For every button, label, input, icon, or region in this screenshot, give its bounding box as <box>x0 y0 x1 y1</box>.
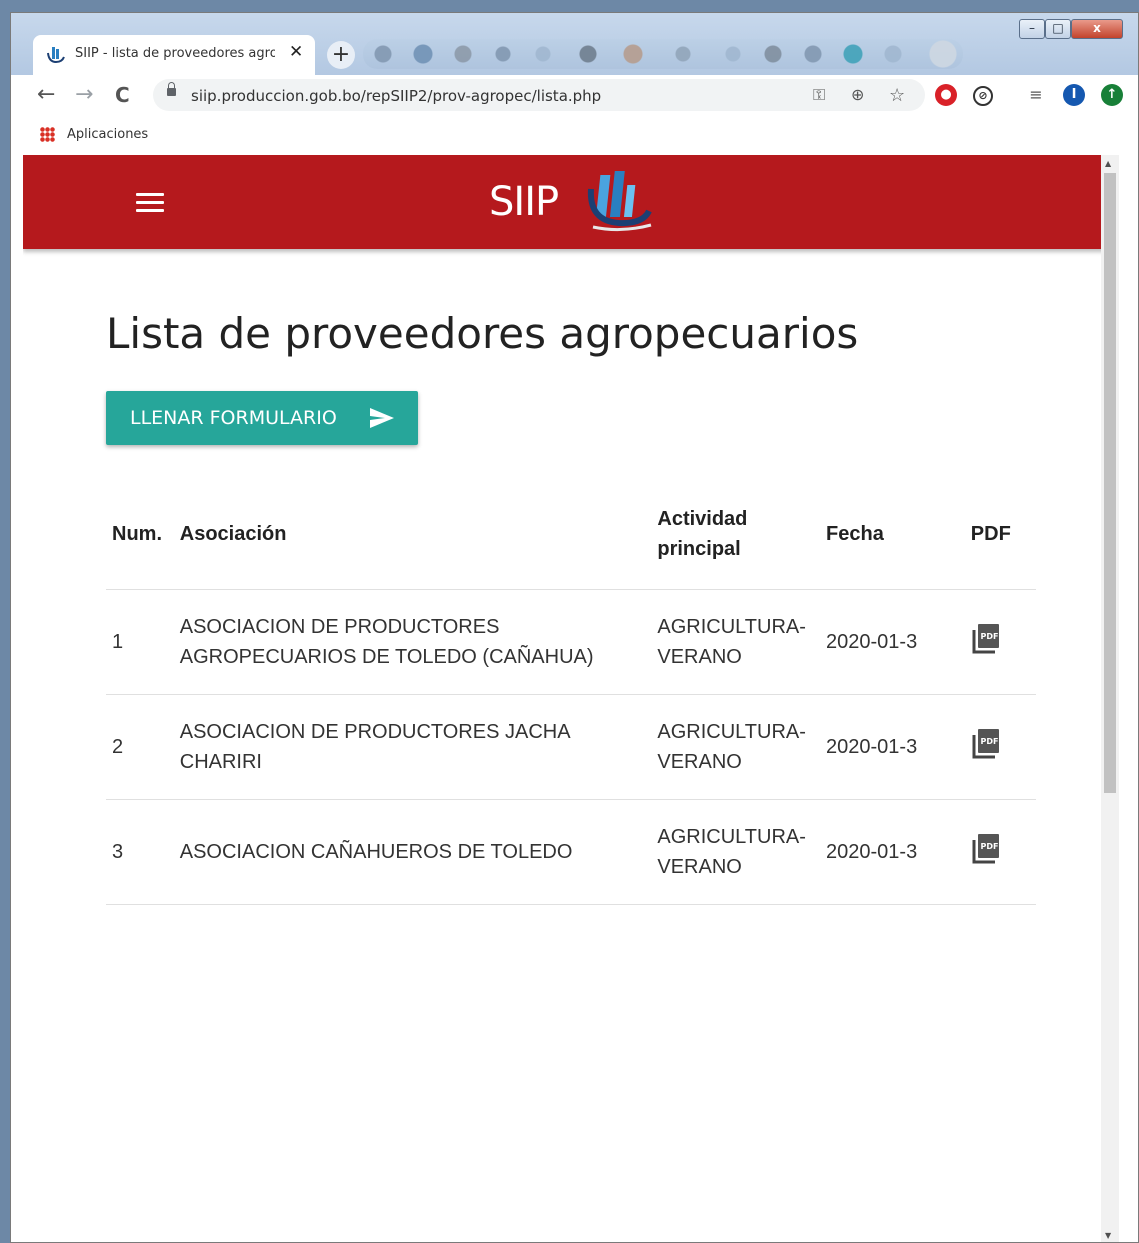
cell-asociacion: ASOCIACION DE PRODUCTORES AGROPECUARIOS … <box>173 589 652 695</box>
cell-pdf: PDF <box>964 589 1036 695</box>
cell-fecha: 2020-01-3 <box>820 799 965 905</box>
cell-asociacion: ASOCIACION CAÑAHUEROS DE TOLEDO <box>173 799 652 905</box>
block-extension-icon[interactable]: ⊘ <box>973 86 993 106</box>
web-page: SIIP Lista de proveedores agropecuarios … <box>23 155 1119 1242</box>
address-bar[interactable]: siip.produccion.gob.bo/repSIIP2/prov-agr… <box>153 79 925 111</box>
lock-icon <box>167 82 176 96</box>
svg-text:PDF: PDF <box>980 737 998 746</box>
cell-asociacion: ASOCIACION DE PRODUCTORES JACHA CHARIRI <box>173 694 652 800</box>
providers-table: Num. Asociación Actividad principal Fech… <box>106 479 1036 905</box>
site-logo-text[interactable]: SIIP <box>489 179 559 225</box>
cell-fecha: 2020-01-3 <box>820 589 965 695</box>
table-row: 2 ASOCIACION DE PRODUCTORES JACHA CHARIR… <box>106 694 1036 800</box>
tab-strip: SIIP - lista de proveedores agropecuario… <box>11 13 1138 75</box>
cell-num: 3 <box>106 799 174 905</box>
bookmarks-bar: Aplicaciones <box>11 115 1138 155</box>
back-button[interactable]: ← <box>37 83 55 107</box>
cell-actividad: AGRICULTURA-VERANO <box>651 799 821 905</box>
maximize-button[interactable]: □ <box>1045 19 1071 39</box>
cell-actividad: AGRICULTURA-VERANO <box>651 589 821 695</box>
cell-num: 1 <box>106 589 174 695</box>
table-row: 1 ASOCIACION DE PRODUCTORES AGROPECUARIO… <box>106 589 1036 695</box>
scroll-thumb[interactable] <box>1104 173 1116 793</box>
hamburger-menu-icon[interactable] <box>136 193 164 213</box>
cta-label: LLENAR FORMULARIO <box>130 407 337 429</box>
site-header: SIIP <box>23 155 1119 249</box>
adblock-extension-icon[interactable]: ● <box>935 84 957 106</box>
header-fecha: Fecha <box>820 479 965 590</box>
browser-window: SIIP - lista de proveedores agropecuario… <box>10 12 1139 1243</box>
header-pdf: PDF <box>964 479 1036 590</box>
header-num: Num. <box>106 479 174 590</box>
table-row: 3 ASOCIACION CAÑAHUEROS DE TOLEDO AGRICU… <box>106 799 1036 905</box>
forward-button[interactable]: → <box>75 83 93 107</box>
reading-list-icon[interactable]: ≡ <box>1025 84 1047 106</box>
header-asociacion: Asociación <box>173 479 652 590</box>
browser-toolbar: ← → C siip.produccion.gob.bo/repSIIP2/pr… <box>11 75 1138 115</box>
pdf-icon[interactable]: PDF <box>971 727 1001 759</box>
minimize-button[interactable]: – <box>1019 19 1045 39</box>
header-actividad: Actividad principal <box>651 479 821 590</box>
profile-avatar[interactable]: I <box>1063 84 1085 106</box>
zoom-icon[interactable]: ⊕ <box>851 85 864 104</box>
scroll-down-icon[interactable]: ▼ <box>1105 1231 1111 1240</box>
blurred-tabs[interactable] <box>363 39 963 69</box>
active-tab[interactable]: SIIP - lista de proveedores agropecuario… <box>33 35 315 75</box>
cell-pdf: PDF <box>964 694 1036 800</box>
close-window-button[interactable]: x <box>1071 19 1123 39</box>
cell-pdf: PDF <box>964 799 1036 905</box>
page-title: Lista de proveedores agropecuarios <box>106 309 859 358</box>
send-icon <box>370 408 394 428</box>
svg-text:PDF: PDF <box>980 632 998 641</box>
table-header-row: Num. Asociación Actividad principal Fech… <box>106 479 1036 590</box>
url-text[interactable]: siip.produccion.gob.bo/repSIIP2/prov-agr… <box>191 87 601 105</box>
update-icon[interactable]: ↑ <box>1101 84 1123 106</box>
close-tab-icon[interactable]: ✕ <box>289 42 303 62</box>
new-tab-button[interactable]: + <box>327 41 355 69</box>
tab-title: SIIP - lista de proveedores agropecuario… <box>75 46 275 61</box>
llenar-formulario-button[interactable]: LLENAR FORMULARIO <box>106 391 418 445</box>
key-icon[interactable]: ⚿ <box>813 85 825 105</box>
scroll-up-icon[interactable]: ▲ <box>1105 159 1111 168</box>
page-scrollbar[interactable]: ▲ ▼ <box>1101 155 1119 1242</box>
svg-text:PDF: PDF <box>980 842 998 851</box>
reload-button[interactable]: C <box>115 83 130 107</box>
cell-actividad: AGRICULTURA-VERANO <box>651 694 821 800</box>
cell-num: 2 <box>106 694 174 800</box>
pdf-icon[interactable]: PDF <box>971 832 1001 864</box>
bookmark-apps[interactable]: Aplicaciones <box>67 127 148 142</box>
star-icon[interactable]: ☆ <box>889 85 905 106</box>
pdf-icon[interactable]: PDF <box>971 622 1001 654</box>
apps-grid-icon[interactable] <box>40 127 55 142</box>
cell-fecha: 2020-01-3 <box>820 694 965 800</box>
siip-logo-icon[interactable] <box>585 169 655 233</box>
siip-favicon-icon <box>47 47 65 64</box>
